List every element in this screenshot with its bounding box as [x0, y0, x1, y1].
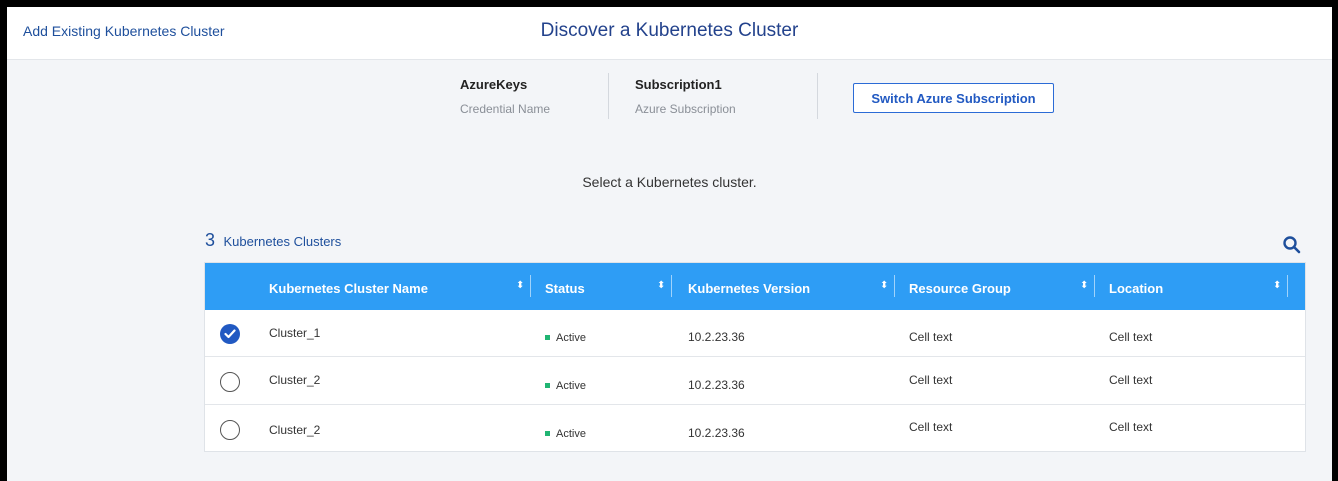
resource-group-cell: Cell text	[909, 330, 953, 344]
status-cell: Active	[545, 378, 586, 392]
search-icon[interactable]	[1282, 235, 1302, 255]
credential-name-label: Credential Name	[460, 102, 551, 116]
cluster-count-label: Kubernetes Clusters	[223, 234, 342, 249]
cluster-name-cell: Cluster_1	[269, 326, 321, 340]
table-header: Kubernetes Cluster Name ⬍ Status ⬍ Kuber…	[205, 263, 1305, 310]
sort-icon[interactable]: ⬍	[880, 280, 888, 291]
sort-icon[interactable]: ⬍	[657, 280, 665, 291]
column-divider	[1287, 275, 1288, 297]
resource-group-cell: Cell text	[909, 373, 953, 387]
cluster-name-cell: Cluster_2	[269, 373, 321, 387]
column-header-location[interactable]: Location	[1109, 281, 1163, 296]
location-cell: Cell text	[1109, 420, 1153, 434]
resource-group-cell: Cell text	[909, 420, 953, 434]
page-title: Discover a Kubernetes Cluster	[540, 20, 799, 41]
status-indicator	[545, 431, 550, 437]
table-row[interactable]: Cluster_2 Active 10.2.23.36 Cell text Ce…	[205, 406, 1305, 453]
row-select-radio[interactable]	[220, 372, 240, 392]
status-cell: Active	[545, 426, 586, 440]
column-divider	[894, 275, 895, 297]
divider	[817, 73, 818, 119]
row-select-radio[interactable]	[220, 324, 240, 344]
version-cell: 10.2.23.36	[688, 426, 745, 440]
status-indicator	[545, 383, 550, 389]
subscription-label: Azure Subscription	[635, 102, 736, 116]
subscription-value: Subscription1	[635, 77, 722, 92]
cluster-name-cell: Cluster_2	[269, 423, 321, 437]
status-text: Active	[556, 332, 586, 344]
check-icon	[224, 329, 236, 339]
credential-name-block: AzureKeys Credential Name	[460, 77, 550, 116]
cluster-count-number: 3	[205, 230, 216, 250]
select-cluster-prompt: Select a Kubernetes cluster.	[582, 174, 757, 190]
app-window: Add Existing Kubernetes Cluster Discover…	[7, 7, 1332, 481]
column-header-kubernetes-version[interactable]: Kubernetes Version	[688, 281, 810, 296]
azure-subscription-block: Subscription1 Azure Subscription	[635, 77, 736, 116]
credential-name-value: AzureKeys	[460, 77, 528, 92]
version-cell: 10.2.23.36	[688, 378, 745, 392]
column-divider	[1094, 275, 1095, 297]
clusters-table: Kubernetes Cluster Name ⬍ Status ⬍ Kuber…	[204, 262, 1306, 452]
column-header-resource-group[interactable]: Resource Group	[909, 281, 1011, 296]
row-select-radio[interactable]	[220, 420, 240, 440]
top-bar: Add Existing Kubernetes Cluster Discover…	[7, 7, 1332, 60]
sort-icon[interactable]: ⬍	[1080, 280, 1088, 291]
sort-icon[interactable]: ⬍	[516, 280, 524, 291]
status-text: Active	[556, 428, 586, 440]
column-header-status[interactable]: Status	[545, 281, 585, 296]
column-header-cluster-name[interactable]: Kubernetes Cluster Name	[269, 281, 428, 296]
location-cell: Cell text	[1109, 373, 1153, 387]
table-row[interactable]: Cluster_1 Active 10.2.23.36 Cell text Ce…	[205, 310, 1305, 357]
status-text: Active	[556, 380, 586, 392]
switch-azure-subscription-button[interactable]: Switch Azure Subscription	[853, 83, 1054, 113]
location-cell: Cell text	[1109, 330, 1153, 344]
cluster-count: 3 Kubernetes Clusters	[205, 230, 341, 251]
column-divider	[671, 275, 672, 297]
status-cell: Active	[545, 330, 586, 344]
sort-icon[interactable]: ⬍	[1273, 280, 1281, 291]
version-cell: 10.2.23.36	[688, 330, 745, 344]
divider	[608, 73, 609, 119]
table-row[interactable]: Cluster_2 Active 10.2.23.36 Cell text Ce…	[205, 358, 1305, 405]
column-divider	[530, 275, 531, 297]
status-indicator	[545, 335, 550, 341]
